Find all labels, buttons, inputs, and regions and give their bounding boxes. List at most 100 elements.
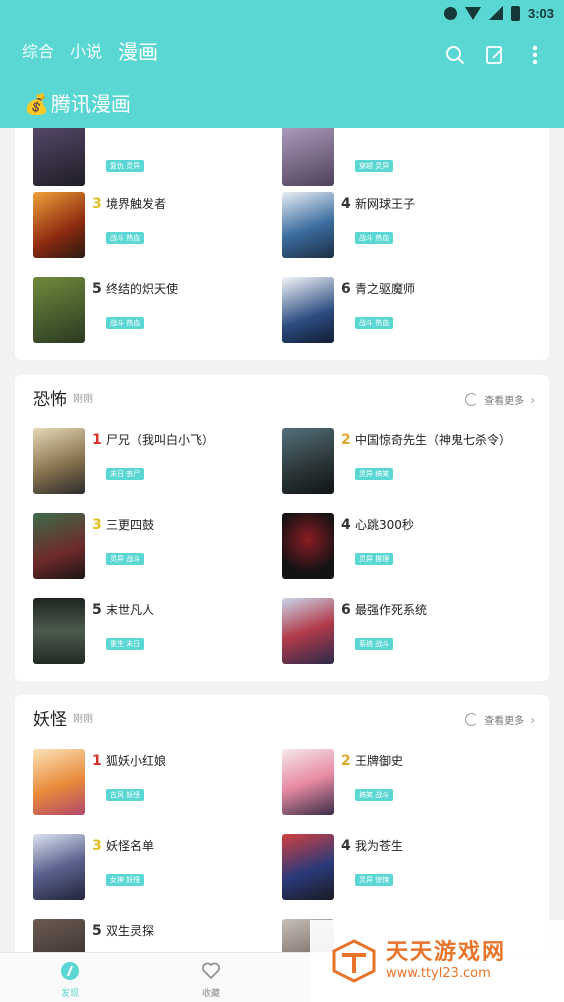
refresh-icon bbox=[465, 713, 479, 726]
chevron-right-icon: › bbox=[530, 712, 535, 727]
comic-rank: 1 bbox=[92, 432, 102, 448]
refresh-icon bbox=[465, 393, 479, 406]
edit-icon[interactable] bbox=[484, 44, 506, 66]
comic-title: 妖怪名单 bbox=[106, 839, 155, 853]
comic-item[interactable]: 6 青之驱魔师 战斗 热血 bbox=[282, 277, 522, 343]
battery-icon bbox=[510, 5, 520, 21]
comic-item[interactable]: 1 尸兄（我叫白小飞） 末日 丧尸 bbox=[33, 428, 273, 494]
comic-tags: 古风 妖怪 bbox=[106, 789, 145, 801]
comic-title: 终结的炽天使 bbox=[106, 282, 179, 296]
section-title: 恐怖 bbox=[33, 390, 67, 410]
view-more-label: 查看更多 bbox=[484, 396, 525, 407]
comic-cover bbox=[282, 749, 334, 815]
comic-item[interactable]: 5 末世凡人 重生 末日 bbox=[33, 598, 273, 664]
comic-title: 末世凡人 bbox=[106, 603, 155, 617]
comic-rank: 4 bbox=[341, 838, 351, 854]
money-bag-icon: 💰 bbox=[24, 92, 49, 116]
comic-tags: 重生 末日 bbox=[106, 638, 145, 650]
nav-favorites-label: 收藏 bbox=[201, 989, 220, 999]
comic-rank: 3 bbox=[92, 196, 102, 212]
comic-cover bbox=[282, 834, 334, 900]
watermark-name: 天天游戏网 bbox=[386, 940, 507, 965]
section-updated: 刚刚 bbox=[73, 394, 93, 405]
comic-item[interactable]: 穿越 灵异 bbox=[282, 128, 522, 186]
comic-rank: 4 bbox=[341, 517, 351, 533]
comic-item[interactable]: 1 狐妖小红娘 古风 妖怪 bbox=[33, 749, 273, 815]
comic-rank: 5 bbox=[92, 602, 102, 618]
comic-tags: 战斗 热血 bbox=[355, 232, 394, 244]
section-header: 恐怖 刚刚 查看更多 › bbox=[33, 387, 535, 415]
comic-title: 新网球王子 bbox=[355, 197, 416, 211]
comic-cover bbox=[33, 428, 85, 494]
comic-tags: 复仇 灵异 bbox=[106, 160, 145, 172]
comic-item[interactable]: 4 新网球王子 战斗 热血 bbox=[282, 192, 522, 258]
comic-item[interactable]: 6 最强作死系统 系统 战斗 bbox=[282, 598, 522, 664]
status-bar: 3:03 bbox=[443, 3, 554, 23]
comic-item[interactable]: 3 境界触发者 战斗 热血 bbox=[33, 192, 273, 258]
comic-cover bbox=[282, 513, 334, 579]
view-more-button[interactable]: 查看更多 › bbox=[465, 392, 535, 407]
signal-icon bbox=[488, 6, 503, 20]
brand-name: 腾讯漫画 bbox=[50, 92, 131, 116]
comic-title: 境界触发者 bbox=[106, 197, 167, 211]
view-more-button[interactable]: 查看更多 › bbox=[465, 712, 535, 727]
comic-title: 三更四鼓 bbox=[106, 518, 155, 532]
comic-title: 最强作死系统 bbox=[355, 603, 428, 617]
section-updated: 刚刚 bbox=[73, 714, 93, 725]
comic-tags: 灵异 战斗 bbox=[106, 553, 145, 565]
comic-tags: 系统 战斗 bbox=[355, 638, 394, 650]
comic-item[interactable]: 5 终结的炽天使 战斗 热血 bbox=[33, 277, 273, 343]
comic-cover bbox=[33, 513, 85, 579]
section-card-yokai: 妖怪 刚刚 查看更多 › 1 狐妖小红娘 古风 妖怪 2 王牌御史 搞笑 战斗 … bbox=[15, 695, 549, 952]
comic-tags: 战斗 热血 bbox=[106, 317, 145, 329]
site-watermark: 天天游戏网 www.ttyl23.com bbox=[310, 920, 564, 1002]
comic-tags: 战斗 热血 bbox=[355, 317, 394, 329]
comic-title: 心跳300秒 bbox=[355, 518, 414, 532]
category-tabs: 综合 小说 漫画 bbox=[22, 40, 158, 64]
comic-tags: 灵异 推理 bbox=[355, 553, 394, 565]
comic-cover bbox=[33, 749, 85, 815]
comic-cover bbox=[33, 919, 85, 952]
feed[interactable]: 复仇 灵异 穿越 灵异 3 境界触发者 战斗 热血 4 新网球王子 战斗 热血 … bbox=[0, 128, 564, 952]
comic-item[interactable]: 2 王牌御史 搞笑 战斗 bbox=[282, 749, 522, 815]
brand-header[interactable]: 💰 腾讯漫画 bbox=[24, 92, 131, 116]
comic-item[interactable]: 复仇 灵异 bbox=[33, 128, 273, 186]
tab-novel[interactable]: 小说 bbox=[70, 40, 102, 64]
nav-discover[interactable]: 发现 bbox=[35, 961, 105, 999]
status-time: 3:03 bbox=[527, 5, 554, 21]
search-icon[interactable] bbox=[444, 44, 466, 66]
comic-item[interactable]: 4 心跳300秒 灵异 推理 bbox=[282, 513, 522, 579]
more-vert-icon[interactable] bbox=[524, 44, 546, 66]
chevron-right-icon: › bbox=[530, 392, 535, 407]
tab-zonghe[interactable]: 综合 bbox=[22, 40, 54, 64]
comic-cover bbox=[282, 128, 334, 186]
watermark-logo-icon bbox=[332, 939, 376, 983]
comic-tags: 战斗 热血 bbox=[106, 232, 145, 244]
comic-title: 我为苍生 bbox=[355, 839, 404, 853]
nav-favorites[interactable]: 收藏 bbox=[176, 961, 246, 999]
comic-item[interactable]: 2 中国惊奇先生（神鬼七杀令） 灵异 搞笑 bbox=[282, 428, 522, 494]
comic-tags: 女神 妖怪 bbox=[106, 874, 145, 886]
comic-item[interactable]: 5 双生灵探 bbox=[33, 919, 273, 952]
section-card-horror: 恐怖 刚刚 查看更多 › 1 尸兄（我叫白小飞） 末日 丧尸 2 中国惊奇先生（… bbox=[15, 375, 549, 681]
comic-item[interactable]: 4 我为苍生 灵异 惊悚 bbox=[282, 834, 522, 900]
comic-tags: 灵异 搞笑 bbox=[355, 468, 394, 480]
comic-title: 狐妖小红娘 bbox=[106, 754, 167, 768]
dnd-icon bbox=[443, 6, 457, 20]
comic-cover bbox=[33, 598, 85, 664]
comic-item[interactable]: 3 三更四鼓 灵异 战斗 bbox=[33, 513, 273, 579]
top-app-bar: 3:03 综合 小说 漫画 💰 腾讯漫画 bbox=[0, 0, 564, 128]
tab-comic[interactable]: 漫画 bbox=[118, 40, 158, 64]
comic-item[interactable]: 3 妖怪名单 女神 妖怪 bbox=[33, 834, 273, 900]
comic-cover bbox=[33, 128, 85, 186]
section-card-top: 复仇 灵异 穿越 灵异 3 境界触发者 战斗 热血 4 新网球王子 战斗 热血 … bbox=[15, 128, 549, 360]
comic-title: 王牌御史 bbox=[355, 754, 404, 768]
toolbar-actions bbox=[444, 44, 546, 66]
comic-tags: 搞笑 战斗 bbox=[355, 789, 394, 801]
comic-rank: 6 bbox=[341, 602, 351, 618]
comic-title: 双生灵探 bbox=[106, 924, 155, 938]
heart-icon bbox=[202, 962, 220, 980]
comic-rank: 1 bbox=[92, 753, 102, 769]
comic-cover bbox=[282, 428, 334, 494]
wifi-icon bbox=[464, 6, 481, 20]
